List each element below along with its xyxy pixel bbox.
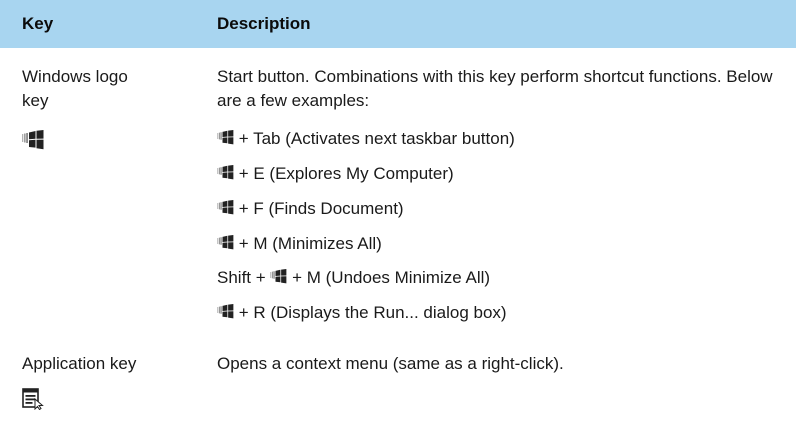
key-label-line2: key — [22, 91, 49, 110]
keyboard-shortcuts-table: Key Description Windows logo key Start b… — [0, 0, 796, 440]
windows-logo-icon — [217, 165, 234, 180]
table-header-row: Key Description — [0, 0, 796, 48]
application-key-description: Opens a context menu (same as a right-cl… — [217, 354, 564, 373]
windows-logo-icon — [217, 304, 234, 319]
example-m: + M (Minimizes All) — [217, 232, 382, 256]
application-key-icon — [22, 388, 44, 410]
windows-logo-icon — [270, 269, 287, 284]
example-e: + E (Explores My Computer) — [217, 162, 454, 186]
windows-logo-icon — [217, 200, 234, 215]
windows-logo-icon — [22, 130, 44, 150]
windows-key-description: Start button. Combinations with this key… — [217, 67, 773, 110]
key-application: Application key — [22, 354, 137, 373]
example-f: + F (Finds Document) — [217, 197, 404, 221]
key-label-line1: Windows logo — [22, 67, 128, 86]
windows-logo-icon — [217, 235, 234, 250]
header-key: Key — [22, 14, 54, 33]
key-windows-logo: Windows logo key — [22, 65, 192, 113]
windows-logo-icon — [217, 130, 234, 145]
example-shift-m: Shift + + M (Undoes Minimize All) — [217, 268, 491, 287]
example-tab: + Tab (Activates next taskbar button) — [217, 127, 515, 151]
example-r: + R (Displays the Run... dialog box) — [217, 301, 507, 325]
header-description: Description — [217, 14, 311, 33]
